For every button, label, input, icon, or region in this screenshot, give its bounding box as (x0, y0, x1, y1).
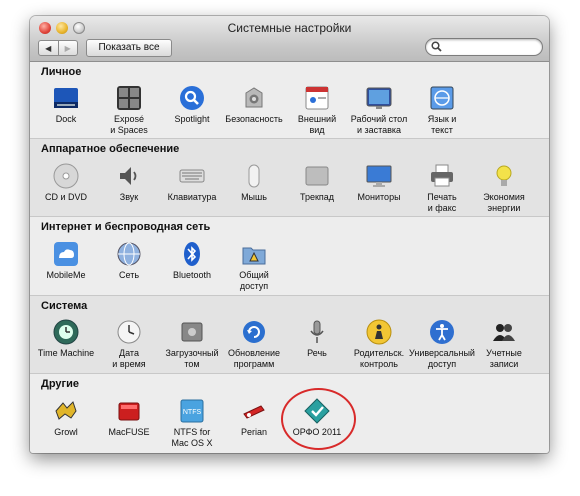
pref-language[interactable]: Язык и текст (407, 85, 477, 136)
pref-speech[interactable]: Речь (282, 319, 352, 359)
pref-startup-disk[interactable]: Загрузочный том (157, 319, 227, 370)
pref-software-update[interactable]: Обновление программ (219, 319, 289, 370)
pref-growl[interactable]: Growl (31, 398, 101, 438)
pref-energy[interactable]: Экономия энергии (469, 163, 539, 214)
ntfs-icon: NTFS (180, 399, 204, 423)
nav-segment: ◀ ▶ (38, 40, 78, 56)
trackpad-icon (305, 166, 329, 186)
pref-bluetooth[interactable]: Bluetooth (157, 241, 227, 281)
cd-icon (53, 163, 79, 189)
date-time-icon (117, 320, 141, 344)
software-update-icon (243, 321, 265, 343)
pref-universal-access[interactable]: Универсальный доступ (407, 319, 477, 370)
title-bar: Системные настройки ◀ ▶ Показать все (30, 16, 549, 62)
pref-parental-controls[interactable]: Родительск. контроль (344, 319, 414, 370)
accounts-icon (493, 324, 515, 341)
pref-desktop[interactable]: Рабочий стол и заставка (344, 85, 414, 136)
mobileme-icon (54, 242, 78, 266)
dock-icon (54, 88, 78, 108)
pref-security[interactable]: Безопасность (219, 85, 289, 125)
pref-monitors[interactable]: Мониторы (344, 163, 414, 203)
printer-icon (431, 164, 453, 187)
pref-accounts[interactable]: Учетные записи (469, 319, 539, 370)
pref-perian[interactable]: Perian (219, 398, 289, 438)
spotlight-icon (180, 86, 204, 110)
sharing-icon (242, 247, 266, 265)
pref-sound[interactable]: Звук (94, 163, 164, 203)
pref-appearance[interactable]: Внешний вид (282, 85, 352, 136)
pref-time-machine[interactable]: Time Machine (31, 319, 101, 359)
section-title: Другие (41, 378, 79, 390)
svg-text:NTFS: NTFS (183, 409, 202, 416)
pref-ntfs[interactable]: NTFS NTFS for Mac OS X (157, 398, 227, 449)
energy-icon (496, 165, 512, 186)
desktop-icon (366, 87, 392, 109)
keyboard-icon (179, 169, 205, 183)
growl-icon (55, 401, 77, 420)
section-title: Система (41, 300, 88, 312)
highlight-circle (281, 388, 356, 450)
perian-icon (243, 405, 265, 419)
search-field[interactable] (425, 38, 543, 56)
startup-disk-icon (181, 322, 203, 342)
mouse-icon (248, 164, 260, 188)
pref-mobileme[interactable]: MobileMe (31, 241, 101, 281)
security-icon (245, 87, 263, 108)
section-title: Аппаратное обеспечение (41, 143, 180, 155)
language-icon (430, 86, 454, 110)
system-preferences-window: Системные настройки ◀ ▶ Показать все Лич… (30, 16, 549, 453)
pref-macfuse[interactable]: MacFUSE (94, 398, 164, 438)
back-button[interactable]: ◀ (39, 41, 58, 55)
section-title: Интернет и беспроводная сеть (41, 221, 211, 233)
monitor-icon (366, 165, 392, 187)
speech-icon (310, 320, 324, 343)
section-title: Личное (41, 66, 82, 78)
time-machine-icon (53, 319, 79, 345)
window-title: Системные настройки (227, 21, 352, 35)
pref-spotlight[interactable]: Spotlight (157, 85, 227, 125)
pref-cd-dvd[interactable]: CD и DVD (31, 163, 101, 203)
pref-network[interactable]: Сеть (94, 241, 164, 281)
search-icon (431, 41, 442, 52)
expose-icon (117, 86, 141, 110)
sound-icon (120, 167, 137, 185)
forward-button[interactable]: ▶ (57, 41, 78, 55)
bluetooth-icon (184, 242, 200, 266)
pref-date-time[interactable]: Дата и время (94, 319, 164, 370)
network-icon (117, 242, 141, 266)
show-all-button[interactable]: Показать все (86, 39, 172, 57)
pref-keyboard[interactable]: Клавиатура (157, 163, 227, 203)
pref-sharing[interactable]: Общий доступ (219, 241, 289, 292)
macfuse-icon (118, 402, 140, 421)
accessibility-icon (430, 320, 454, 344)
parental-icon (366, 319, 392, 345)
pref-expose-spaces[interactable]: Exposé и Spaces (94, 85, 164, 136)
pref-mouse[interactable]: Мышь (219, 163, 289, 203)
pref-print-fax[interactable]: Печать и факс (407, 163, 477, 214)
pref-dock[interactable]: Dock (31, 85, 101, 125)
pref-trackpad[interactable]: Трекпад (282, 163, 352, 203)
appearance-icon (305, 86, 329, 110)
